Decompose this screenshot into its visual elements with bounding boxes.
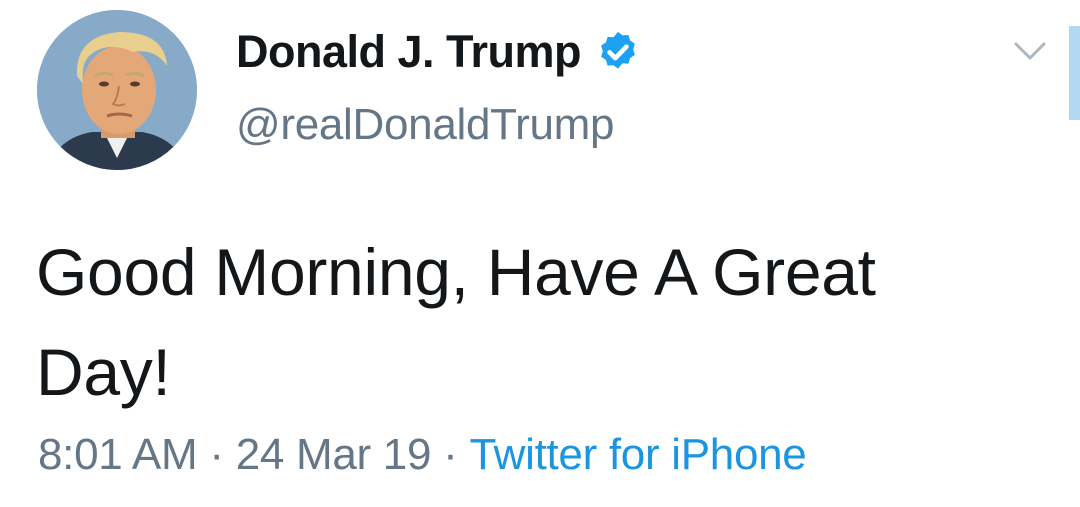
author-name-row[interactable]: Donald J. Trump <box>236 22 641 82</box>
tweet-text: Good Morning, Have A Great Day! <box>36 235 876 409</box>
avatar[interactable] <box>37 10 197 170</box>
scroll-indicator <box>1069 26 1080 120</box>
verified-badge-icon <box>595 29 641 75</box>
tweet-date[interactable]: 24 Mar 19 <box>236 430 432 479</box>
chevron-down-icon[interactable] <box>1012 38 1048 64</box>
tweet-source-link[interactable]: Twitter for iPhone <box>469 430 806 479</box>
author-display-name[interactable]: Donald J. Trump <box>236 26 582 78</box>
tweet-metadata: 8:01 AM · 24 Mar 19 · Twitter for iPhone <box>38 430 807 480</box>
meta-separator: · <box>209 430 224 479</box>
tweet-time[interactable]: 8:01 AM <box>38 430 198 479</box>
avatar-image <box>37 10 197 170</box>
meta-separator: · <box>443 430 458 479</box>
author-handle[interactable]: @realDonaldTrump <box>236 100 614 150</box>
